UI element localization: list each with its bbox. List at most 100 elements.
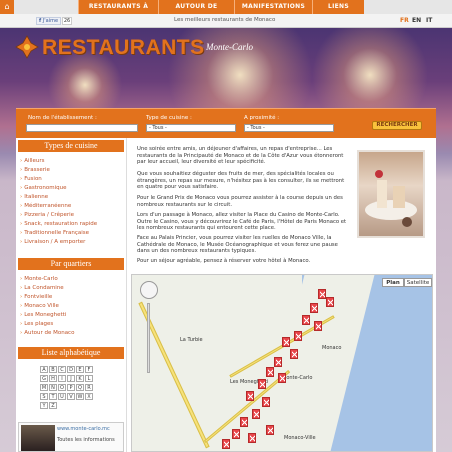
map-marker[interactable] [274, 357, 282, 367]
near-select[interactable]: - Tous - [244, 124, 334, 132]
alpha-letter[interactable]: K [76, 375, 84, 382]
map-marker[interactable] [318, 289, 326, 299]
alpha-letter[interactable]: Z [49, 402, 57, 409]
alpha-letter[interactable]: Q [76, 384, 84, 391]
quarter-item[interactable]: Autour de Monaco [20, 330, 74, 336]
map-marker[interactable] [240, 417, 248, 427]
cuisine-heading: Types de cuisine [18, 140, 124, 152]
search-button[interactable]: RECHERCHER [372, 121, 422, 130]
map-marker[interactable] [252, 409, 260, 419]
map-marker[interactable] [248, 433, 256, 443]
facebook-like-button[interactable]: f J'aime [36, 17, 62, 25]
alpha-letter[interactable]: D [67, 366, 75, 373]
nav-autour-monaco[interactable]: AUTOUR DE MONACO [158, 0, 234, 24]
alpha-letter[interactable]: A [40, 366, 48, 373]
quarter-item[interactable]: La Condamine [20, 285, 64, 291]
cuisine-item[interactable]: Brasserie [20, 167, 50, 173]
tagline: Les meilleurs restaurants de Monaco [174, 17, 276, 23]
search-bar: Nom de l'établissement : Type de cuisine… [16, 108, 436, 138]
alpha-letter[interactable]: N [49, 384, 57, 391]
nav-restaurants-monaco[interactable]: RESTAURANTS À MONACO [78, 0, 158, 24]
alpha-letter[interactable]: H [49, 375, 57, 382]
like-count: 26 [62, 17, 72, 25]
quarter-item[interactable]: Les plages [20, 321, 53, 327]
cuisine-item[interactable]: Italienne [20, 194, 48, 200]
cuisine-item[interactable]: Pizzeria / Crêperie [20, 212, 74, 218]
lang-en[interactable]: EN [412, 17, 421, 24]
alpha-letter[interactable]: P [67, 384, 75, 391]
map-marker[interactable] [314, 321, 322, 331]
cuisine-item[interactable]: Traditionnelle Française [20, 230, 89, 236]
map-marker[interactable] [302, 315, 310, 325]
quarter-item[interactable]: Fontvieille [20, 294, 52, 300]
map-label: La Turbie [180, 337, 203, 343]
home-icon[interactable]: ⌂ [0, 0, 14, 14]
alpha-letter[interactable]: J [67, 375, 75, 382]
map-marker[interactable] [262, 397, 270, 407]
promo-box: www.monte-carlo.mc Toutes les informatio… [18, 422, 124, 452]
logo-title[interactable]: RESTAURANTS [42, 36, 205, 60]
nav-manifestations[interactable]: MANIFESTATIONS [234, 0, 312, 14]
quarters-heading: Par quartiers [18, 258, 124, 270]
alpha-letter[interactable]: X [85, 393, 93, 400]
map-zoom-slider[interactable] [147, 303, 150, 373]
alpha-letter[interactable]: S [40, 393, 48, 400]
map-marker[interactable] [290, 349, 298, 359]
promo-link[interactable]: www.monte-carlo.mc [57, 426, 110, 432]
alpha-letter[interactable]: Y [40, 402, 48, 409]
near-label: A proximité : [244, 115, 280, 121]
alpha-letter[interactable]: T [49, 393, 57, 400]
alpha-letter[interactable]: O [58, 384, 66, 391]
lang-fr[interactable]: FR [400, 17, 409, 24]
alpha-letter[interactable]: B [49, 366, 57, 373]
nav-liens[interactable]: LIENS [312, 0, 364, 14]
map-marker[interactable] [266, 367, 274, 377]
paragraph: Pour un séjour agréable, pensez à réserv… [137, 258, 311, 264]
map-marker[interactable] [232, 429, 240, 439]
alpha-heading: Liste alphabétique [18, 347, 124, 359]
map-marker[interactable] [294, 331, 302, 341]
paragraph: Lors d'un passage à Monaco, allez visite… [137, 212, 347, 231]
map-marker[interactable] [310, 303, 318, 313]
map-tab-plan[interactable]: Plan [382, 278, 404, 287]
alpha-letter[interactable]: I [58, 375, 66, 382]
alpha-letter[interactable]: E [76, 366, 84, 373]
alpha-letter[interactable]: F [85, 366, 93, 373]
type-select[interactable]: - Tous - [146, 124, 236, 132]
map-pan-control[interactable] [140, 281, 158, 299]
cuisine-item[interactable]: Livraison / A emporter [20, 239, 85, 245]
quarter-item[interactable]: Monaco Ville [20, 303, 59, 309]
paragraph: Que vous souhaitiez déguster des fruits … [137, 171, 345, 190]
cuisine-item[interactable]: Fusion [20, 176, 42, 182]
map-marker[interactable] [246, 391, 254, 401]
alpha-letter[interactable]: V [67, 393, 75, 400]
alpha-letter[interactable]: C [58, 366, 66, 373]
map-marker[interactable] [326, 297, 334, 307]
name-input[interactable] [26, 124, 138, 132]
lang-it[interactable]: IT [426, 17, 432, 24]
name-label: Nom de l'établissement : [28, 115, 97, 121]
quarter-item[interactable]: Monte-Carlo [20, 276, 58, 282]
intro-paragraph: Une soirée entre amis, un déjeuner d'aff… [137, 146, 344, 165]
alpha-letter[interactable]: R [85, 384, 93, 391]
quarter-item[interactable]: Les Moneghetti [20, 312, 66, 318]
alpha-letter[interactable]: W [76, 393, 84, 400]
map[interactable]: Plan Satellite La Turbie Les Moneghetti … [131, 274, 433, 452]
alpha-letter[interactable]: U [58, 393, 66, 400]
cuisine-item[interactable]: Snack, restauration rapide [20, 221, 97, 227]
map-marker[interactable] [258, 379, 266, 389]
alpha-letter[interactable]: G [40, 375, 48, 382]
cuisine-item[interactable]: Gastronomique [20, 185, 66, 191]
food-photo [357, 150, 425, 238]
map-tab-satellite[interactable]: Satellite [404, 278, 432, 287]
alpha-letter[interactable]: M [40, 384, 48, 391]
alpha-letter[interactable]: L [85, 375, 93, 382]
map-marker[interactable] [282, 337, 290, 347]
cuisine-item[interactable]: Ailleurs [20, 158, 44, 164]
map-marker[interactable] [266, 425, 274, 435]
map-label: Monaco [322, 345, 342, 351]
map-marker[interactable] [278, 373, 286, 383]
like-label: J'aime [42, 18, 59, 24]
cuisine-item[interactable]: Méditerranéenne [20, 203, 71, 209]
map-marker[interactable] [222, 439, 230, 449]
